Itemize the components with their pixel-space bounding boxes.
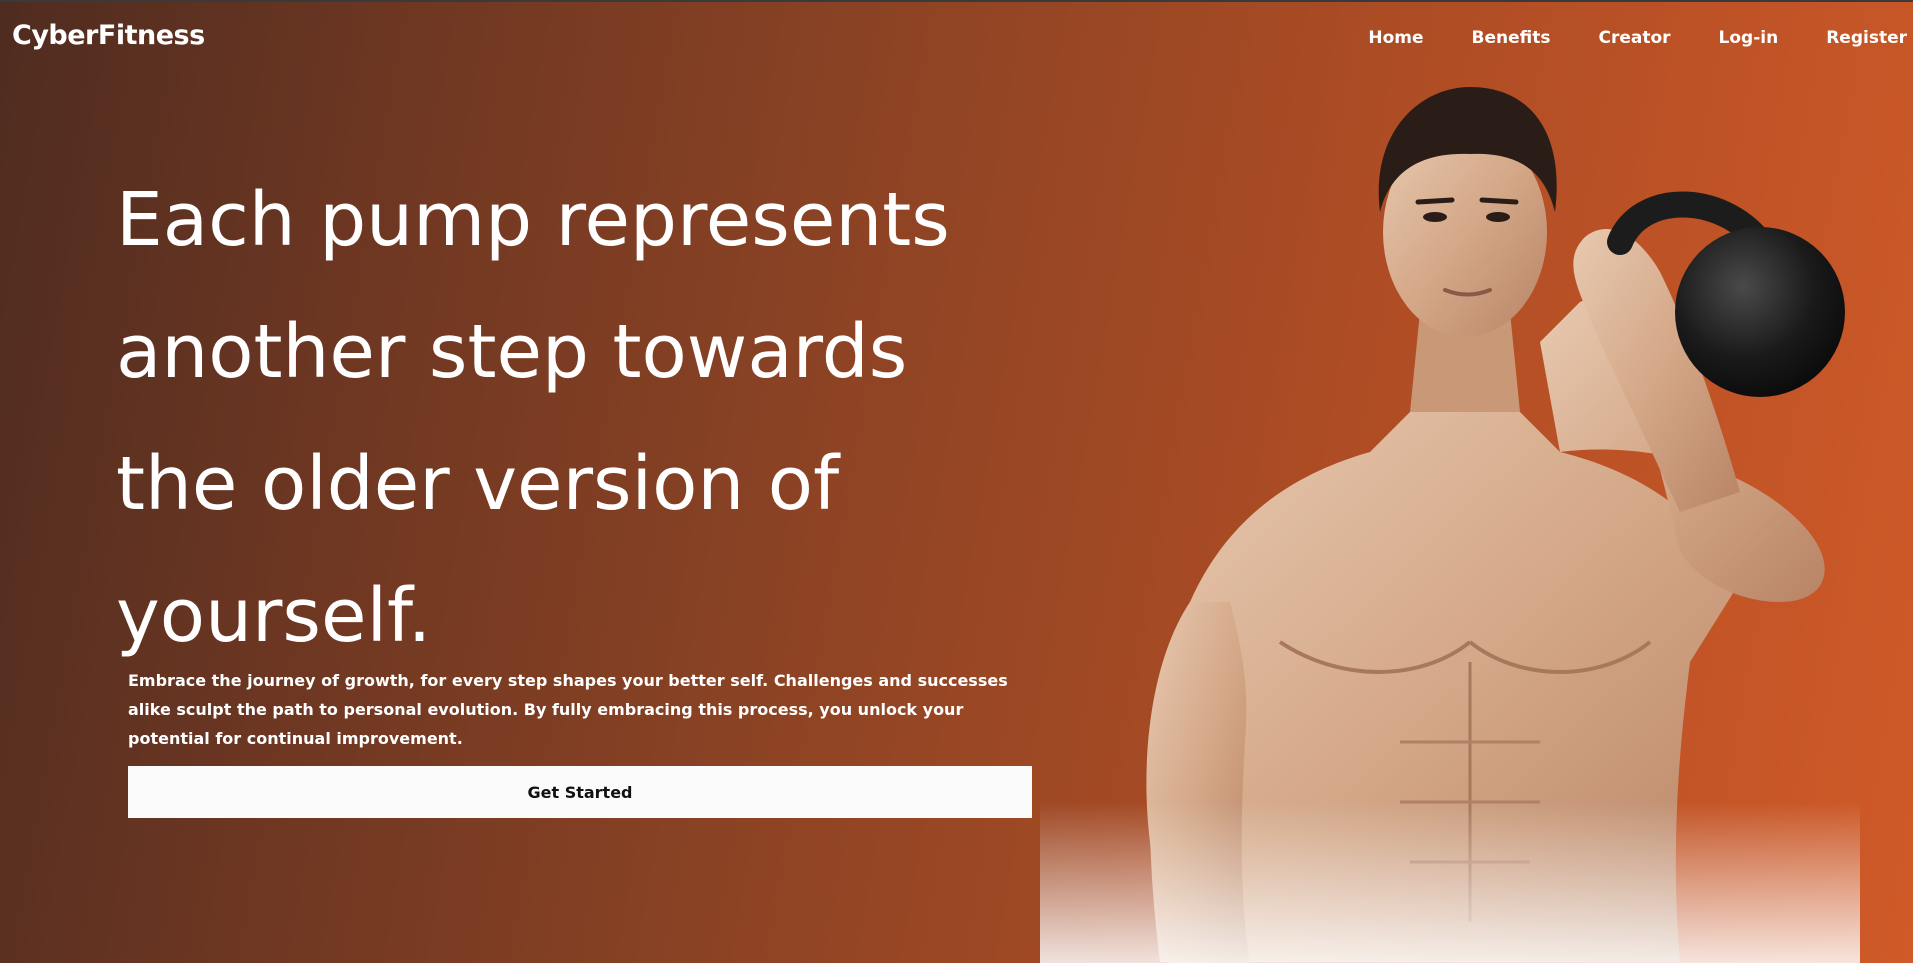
brand-logo[interactable]: CyberFitness [12,20,205,51]
hero-headline: Each pump represents another step toward… [116,154,1016,682]
athlete-with-kettlebell-image [1040,87,1860,963]
headline-line: yourself. [116,573,432,659]
hero-description: Embrace the journey of growth, for every… [128,671,1008,748]
headline-line: the older version of [116,441,840,527]
headline-line: Each pump represents [116,177,950,263]
landing-page: CyberFitness Home Benefits Creator Log-i… [0,0,1913,963]
get-started-button[interactable]: Get Started [128,766,1032,818]
headline-line: another step towards [116,309,908,395]
